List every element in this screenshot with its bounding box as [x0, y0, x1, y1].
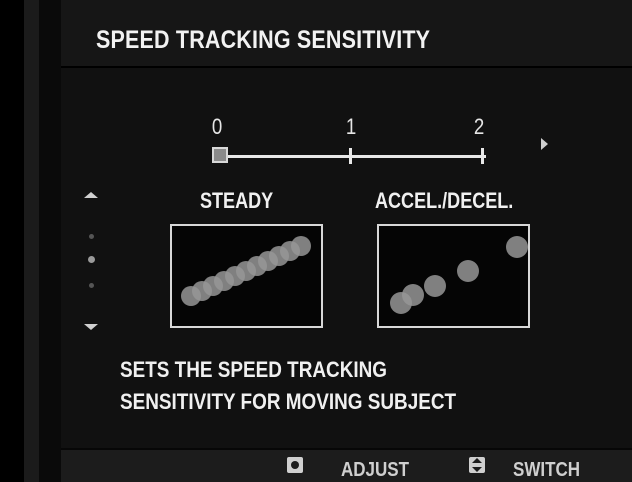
- header-bar: SPEED TRACKING SENSITIVITY: [61, 0, 632, 68]
- motion-dot: [506, 236, 528, 258]
- motion-dot: [402, 284, 424, 306]
- dial-icon: [287, 457, 303, 473]
- switch-label: SWITCH: [513, 459, 581, 481]
- page-dot-1: [89, 234, 94, 239]
- scale-label-1: 1: [345, 114, 357, 139]
- motion-dot: [291, 236, 311, 256]
- updown-icon: [469, 457, 485, 473]
- accel-decel-illustration: [377, 224, 530, 328]
- sensitivity-slider-knob[interactable]: [212, 147, 228, 163]
- motion-dot: [457, 260, 479, 282]
- slider-tick-2: [481, 148, 484, 164]
- footer-bar: ADJUST SWITCH: [61, 450, 632, 482]
- scroll-down-icon[interactable]: [84, 324, 98, 330]
- scale-label-0: 0: [211, 114, 223, 139]
- page-dot-3: [89, 283, 94, 288]
- sensitivity-slider-track[interactable]: [224, 155, 486, 158]
- scale-label-2: 2: [473, 114, 485, 139]
- left-frame-edge: [39, 0, 61, 482]
- screen-left-margin: [0, 0, 24, 482]
- description-line-1: SETS THE SPEED TRACKING: [120, 357, 388, 382]
- steady-label: STEADY: [200, 188, 274, 213]
- steady-illustration: [170, 224, 323, 328]
- motion-dot: [424, 275, 446, 297]
- scroll-up-icon[interactable]: [84, 192, 98, 198]
- page-dot-current: [88, 256, 95, 263]
- description-line-2: SENSITIVITY FOR MOVING SUBJECT: [120, 389, 457, 414]
- right-arrow-icon[interactable]: [541, 138, 548, 150]
- accel-decel-label: ACCEL./DECEL.: [375, 188, 514, 213]
- left-frame-bar: [24, 0, 39, 482]
- slider-tick-1: [349, 148, 352, 164]
- page-title: SPEED TRACKING SENSITIVITY: [96, 26, 431, 54]
- adjust-label: ADJUST: [341, 459, 410, 481]
